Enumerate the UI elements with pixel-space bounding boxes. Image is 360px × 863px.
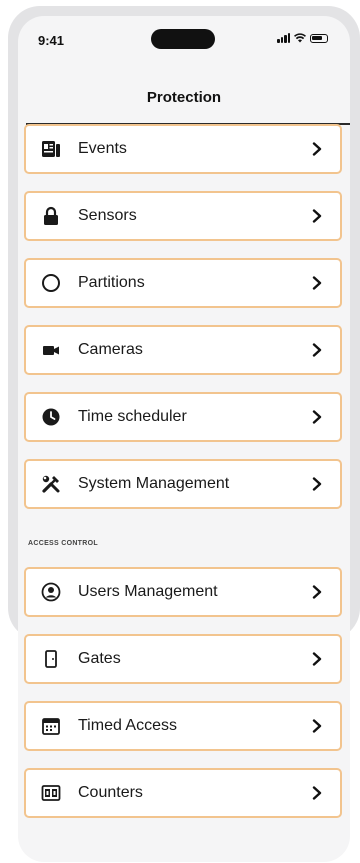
- menu-item-label: Timed Access: [78, 717, 177, 734]
- battery-icon: [310, 33, 328, 43]
- menu-item-label: Events: [78, 140, 127, 157]
- user-circle-icon: [40, 581, 62, 603]
- status-bar: 9:41: [18, 16, 350, 62]
- status-icons: [277, 33, 328, 43]
- menu-item-label: Cameras: [78, 341, 143, 358]
- chevron-right-icon: [310, 719, 324, 733]
- menu-item-gates[interactable]: Gates: [24, 634, 342, 684]
- app-screen: 9:41 Protection Events Sensors Partition…: [18, 16, 350, 862]
- chevron-right-icon: [310, 652, 324, 666]
- section-label-access-control: ACCESS CONTROL: [28, 540, 98, 547]
- menu-item-label: Counters: [78, 784, 143, 801]
- chevron-right-icon: [310, 276, 324, 290]
- calendar-icon: [40, 715, 62, 737]
- chevron-right-icon: [310, 477, 324, 491]
- status-time: 9:41: [38, 33, 65, 48]
- menu-item-label: Partitions: [78, 274, 145, 291]
- menu-item-sensors[interactable]: Sensors: [24, 191, 342, 241]
- counter-icon: [40, 782, 62, 804]
- menu-item-timed-access[interactable]: Timed Access: [24, 701, 342, 751]
- camera-icon: [40, 339, 62, 361]
- page-title: Protection: [146, 89, 222, 106]
- menu-item-partitions[interactable]: Partitions: [24, 258, 342, 308]
- menu-item-label: Users Management: [78, 583, 218, 600]
- gate-icon: [40, 648, 62, 670]
- menu-item-label: System Management: [78, 475, 230, 492]
- lock-icon: [40, 205, 62, 227]
- circle-icon: [40, 272, 62, 294]
- menu-item-label: Time scheduler: [78, 408, 187, 425]
- menu-item-users-management[interactable]: Users Management: [24, 567, 342, 617]
- menu-item-counters[interactable]: Counters: [24, 768, 342, 818]
- chevron-right-icon: [310, 142, 324, 156]
- chevron-right-icon: [310, 585, 324, 599]
- chevron-right-icon: [310, 343, 324, 357]
- menu-item-label: Sensors: [78, 207, 137, 224]
- wifi-icon: [294, 33, 306, 43]
- dynamic-island: [151, 29, 215, 49]
- menu-item-system-management[interactable]: System Management: [24, 459, 342, 509]
- menu-item-cameras[interactable]: Cameras: [24, 325, 342, 375]
- signal-icon: [277, 33, 290, 43]
- menu-item-time-scheduler[interactable]: Time scheduler: [24, 392, 342, 442]
- events-icon: [40, 138, 62, 160]
- clock-icon: [40, 406, 62, 428]
- chevron-right-icon: [310, 209, 324, 223]
- tools-icon: [40, 473, 62, 495]
- menu-item-events[interactable]: Events: [24, 124, 342, 174]
- menu-item-label: Gates: [78, 650, 121, 667]
- chevron-right-icon: [310, 786, 324, 800]
- chevron-right-icon: [310, 410, 324, 424]
